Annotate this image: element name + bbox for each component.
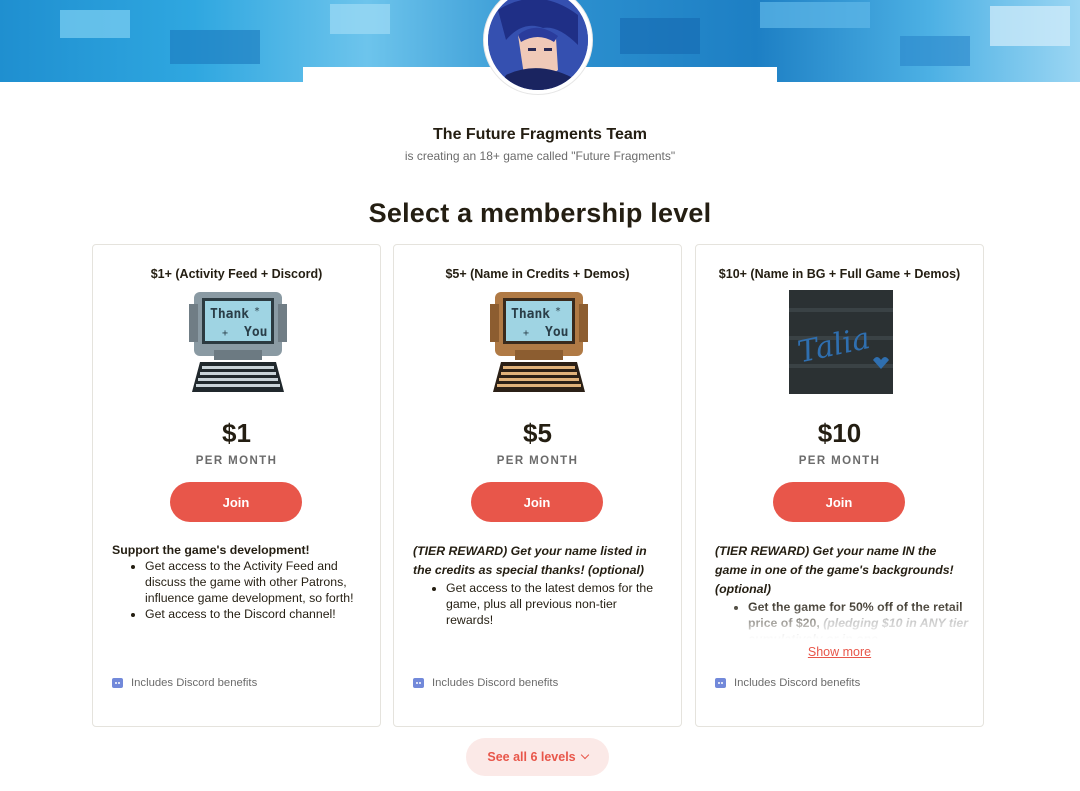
tier-lead: (TIER REWARD) Get your name IN the game … bbox=[715, 544, 954, 596]
discord-benefits-label: Includes Discord benefits bbox=[432, 677, 559, 689]
tier-price: $5 bbox=[523, 418, 552, 448]
svg-text:*: * bbox=[555, 306, 561, 317]
discord-benefits: Includes Discord benefits bbox=[112, 677, 257, 689]
discord-icon bbox=[112, 678, 123, 688]
truncated-description: (TIER REWARD) Get your name IN the game … bbox=[715, 542, 969, 639]
svg-text:+: + bbox=[523, 328, 529, 339]
tier-title: $10+ (Name in BG + Full Game + Demos) bbox=[718, 267, 961, 281]
talia-name-background-icon: Talia bbox=[789, 290, 893, 394]
benefit-item: Get access to the Discord channel! bbox=[145, 606, 366, 622]
discord-icon bbox=[413, 678, 424, 688]
discord-icon bbox=[715, 678, 726, 688]
show-more-link[interactable]: Show more bbox=[696, 645, 983, 659]
tier-period: PER MONTH bbox=[195, 455, 278, 467]
discord-benefits: Includes Discord benefits bbox=[715, 677, 860, 689]
chevron-down-icon bbox=[580, 750, 589, 760]
thank-you-computer-bronze-icon: Thank You * + bbox=[487, 290, 591, 394]
benefit-list: Get access to the latest demos for the g… bbox=[446, 580, 667, 628]
tier-price: $10 bbox=[817, 418, 862, 448]
svg-text:Thank: Thank bbox=[210, 307, 249, 322]
tier-description: (TIER REWARD) Get your name listed in th… bbox=[413, 542, 667, 628]
tier-description: Support the game's development! Get acce… bbox=[112, 542, 366, 622]
see-all-levels-label: See all 6 levels bbox=[487, 750, 576, 764]
tier-lead: Support the game's development! bbox=[112, 543, 310, 557]
svg-text:*: * bbox=[254, 306, 260, 317]
benefit-list: Get the game for 50% off of the retail p… bbox=[748, 599, 969, 639]
see-all-levels-button[interactable]: See all 6 levels bbox=[466, 738, 609, 776]
creator-name: The Future Fragments Team bbox=[433, 126, 647, 143]
benefit-list: Get access to the Activity Feed and disc… bbox=[145, 558, 366, 622]
tier-title: $5+ (Name in Credits + Demos) bbox=[445, 267, 630, 281]
discord-benefits-label: Includes Discord benefits bbox=[734, 677, 861, 689]
join-button[interactable]: Join bbox=[471, 482, 603, 522]
tier-period: PER MONTH bbox=[496, 455, 579, 467]
tier-lead: (TIER REWARD) Get your name listed in th… bbox=[413, 544, 647, 577]
thank-you-computer-silver-icon: Thank You * + bbox=[186, 290, 290, 394]
section-title: Select a membership level bbox=[368, 198, 712, 228]
tier-card-3: $10+ (Name in BG + Full Game + Demos) Ta… bbox=[695, 244, 984, 727]
svg-text:You: You bbox=[545, 325, 568, 340]
tier-period: PER MONTH bbox=[798, 455, 881, 467]
benefit-item: Get access to the Activity Feed and disc… bbox=[145, 558, 366, 606]
creator-description: is creating an 18+ game called "Future F… bbox=[404, 149, 676, 163]
benefit-item: Get access to the latest demos for the g… bbox=[446, 580, 667, 628]
svg-text:You: You bbox=[244, 325, 267, 340]
join-button[interactable]: Join bbox=[170, 482, 302, 522]
discord-benefits: Includes Discord benefits bbox=[413, 677, 558, 689]
tier-card-2: $5+ (Name in Credits + Demos) Thank You … bbox=[393, 244, 682, 727]
discord-benefits-label: Includes Discord benefits bbox=[131, 677, 258, 689]
benefit-item: Get the game for 50% off of the retail p… bbox=[748, 599, 969, 639]
tier-price: $1 bbox=[222, 418, 251, 448]
svg-text:+: + bbox=[222, 328, 228, 339]
tier-description: (TIER REWARD) Get your name IN the game … bbox=[715, 542, 969, 639]
svg-text:Thank: Thank bbox=[511, 307, 550, 322]
tier-card-1: $1+ (Activity Feed + Discord) Thank You … bbox=[92, 244, 381, 727]
tier-title: $1+ (Activity Feed + Discord) bbox=[150, 267, 323, 281]
join-button[interactable]: Join bbox=[773, 482, 905, 522]
